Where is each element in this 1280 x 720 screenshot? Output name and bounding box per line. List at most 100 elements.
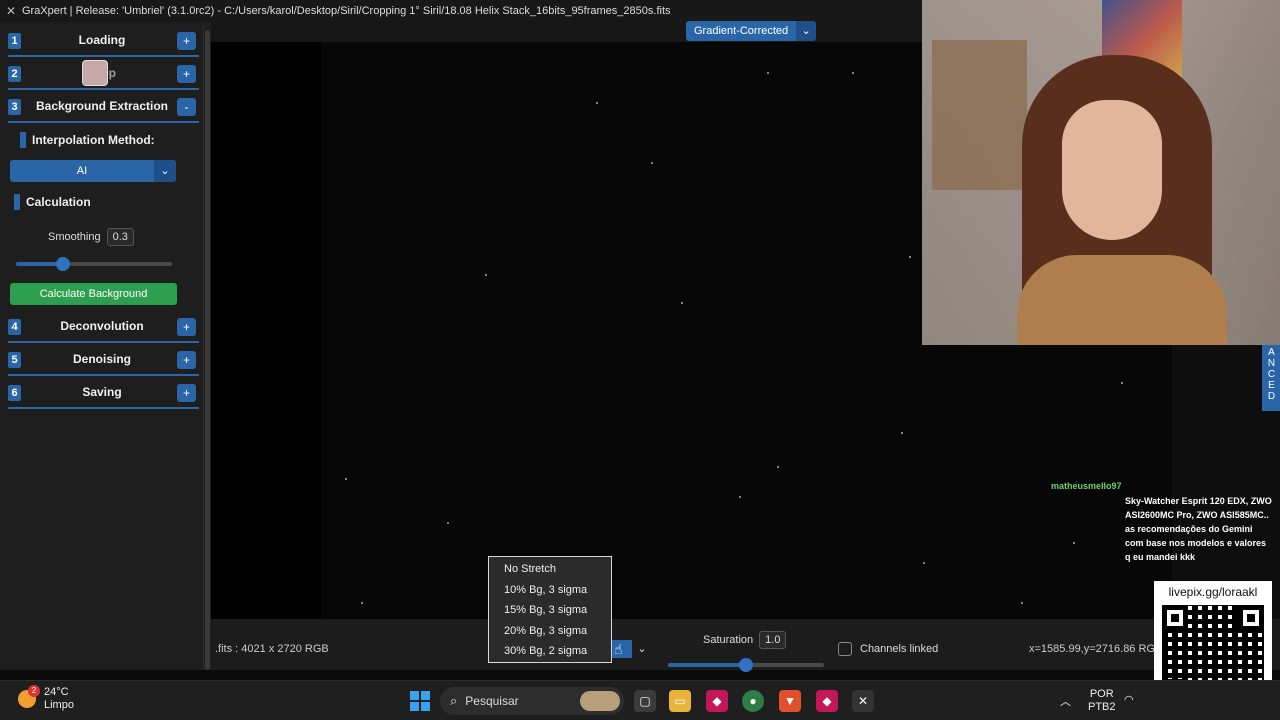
- saturation-label: Saturation: [703, 634, 754, 646]
- chat-message: Sky-Watcher Esprit 120 EDX, ZWO ASI2600M…: [1125, 496, 1272, 562]
- section-number: 5: [8, 352, 21, 368]
- hand-cursor-icon: ☝: [614, 641, 623, 657]
- slider-handle[interactable]: [55, 257, 70, 271]
- tray-chevron-icon[interactable]: ︿: [1060, 693, 1071, 709]
- section-number: 4: [8, 319, 21, 335]
- brave-icon[interactable]: ▼: [779, 690, 801, 712]
- star: [852, 72, 854, 74]
- qr-url: livepix.gg/loraakl: [1168, 585, 1258, 599]
- section-denoising[interactable]: 5 Denoising +: [0, 344, 203, 376]
- calculate-background-button[interactable]: Calculate Background: [10, 283, 177, 305]
- star: [447, 522, 449, 524]
- weather-icon: 2: [18, 685, 40, 708]
- lang-top: POR: [1089, 688, 1114, 700]
- sidebar-scrollbar[interactable]: [203, 22, 211, 670]
- app-pink-icon-2[interactable]: ◆: [816, 690, 838, 712]
- graxpert-icon[interactable]: ✕: [852, 690, 874, 712]
- star: [485, 274, 487, 276]
- section-title: Saving: [82, 385, 122, 399]
- language-indicator[interactable]: POR PTB2: [1088, 688, 1116, 714]
- label-marker: [20, 132, 26, 148]
- section-crop[interactable]: 2 Crop +: [0, 58, 203, 90]
- title-bar: ✕ GraXpert | Release: 'Umbriel' (3.1.0rc…: [0, 0, 922, 22]
- section-number: 2: [8, 66, 21, 82]
- view-mode-select[interactable]: Gradient-Corrected ⌄: [686, 21, 817, 41]
- section-background-extraction[interactable]: 3 Background Extraction -: [0, 91, 203, 123]
- image-info: .fits : 4021 x 2720 RGB: [215, 643, 329, 655]
- stretch-option[interactable]: 20% Bg, 3 sigma: [489, 621, 611, 642]
- search-highlight-image: [580, 691, 620, 711]
- interpolation-method-label: Interpolation Method:: [20, 132, 155, 148]
- section-divider: [8, 341, 199, 343]
- star: [345, 478, 347, 480]
- section-number: 6: [8, 385, 21, 401]
- section-divider: [8, 121, 199, 123]
- label-text: Calculation: [26, 195, 91, 209]
- smoothing-value-field[interactable]: 0.3: [106, 228, 134, 246]
- calculation-label: Calculation: [14, 194, 91, 210]
- expand-button[interactable]: +: [177, 65, 196, 83]
- smoothing-label: Smoothing: [48, 231, 101, 243]
- section-title: Loading: [78, 33, 126, 47]
- slider-handle[interactable]: [739, 658, 753, 672]
- expand-button[interactable]: +: [177, 32, 196, 50]
- taskbar-search[interactable]: ⌕ Pesquisar: [440, 687, 624, 715]
- advanced-side-tab[interactable]: ANCED: [1262, 345, 1280, 411]
- section-divider: [8, 88, 199, 90]
- section-title: Background Extraction: [35, 99, 169, 113]
- star: [361, 602, 363, 604]
- task-view-icon[interactable]: ▢: [634, 690, 656, 712]
- smoothing-control: Smoothing 0.3: [48, 228, 134, 246]
- channels-linked-checkbox[interactable]: [838, 642, 852, 656]
- saturation-control: Saturation 1.0: [703, 631, 787, 649]
- stretch-option[interactable]: 10% Bg, 3 sigma: [489, 580, 611, 601]
- section-number: 3: [8, 99, 21, 115]
- label-text: Interpolation Method:: [32, 133, 155, 147]
- star: [1121, 382, 1123, 384]
- app-pink-icon[interactable]: ◆: [706, 690, 728, 712]
- collapse-button[interactable]: -: [177, 98, 196, 116]
- chevron-down-icon[interactable]: ⌄: [154, 160, 176, 182]
- stretch-option[interactable]: No Stretch: [489, 559, 611, 580]
- wifi-icon[interactable]: ◠: [1124, 693, 1134, 706]
- star: [1021, 602, 1023, 604]
- file-explorer-icon[interactable]: ▭: [669, 690, 691, 712]
- section-title: Denoising: [72, 352, 131, 366]
- channels-linked-toggle[interactable]: Channels linked: [838, 642, 938, 656]
- expand-button[interactable]: +: [177, 384, 196, 402]
- search-icon: ⌕: [450, 693, 458, 708]
- star: [909, 256, 911, 258]
- weather-desc: Limpo: [44, 699, 74, 711]
- expand-button[interactable]: +: [177, 351, 196, 369]
- section-number: 1: [8, 33, 21, 49]
- window-title: GraXpert | Release: 'Umbriel' (3.1.0rc2)…: [22, 5, 671, 17]
- chevron-down-icon[interactable]: ⌄: [632, 640, 652, 658]
- weather-widget[interactable]: 2 24°C Limpo: [18, 685, 74, 712]
- section-title: Deconvolution: [60, 319, 144, 333]
- section-divider: [8, 407, 199, 409]
- weather-temp: 24°C: [44, 686, 69, 698]
- smoothing-slider[interactable]: [16, 257, 172, 271]
- expand-button[interactable]: +: [177, 318, 196, 336]
- app-icon: ✕: [5, 4, 17, 18]
- stretch-option[interactable]: 15% Bg, 3 sigma: [489, 600, 611, 621]
- chrome-icon[interactable]: ●: [742, 690, 764, 712]
- star: [681, 302, 683, 304]
- stretch-menu: No Stretch 10% Bg, 3 sigma 15% Bg, 3 sigma…: [488, 556, 612, 663]
- channels-linked-label: Channels linked: [860, 643, 939, 655]
- chevron-down-icon[interactable]: ⌄: [796, 21, 817, 41]
- drag-app-icon: [82, 60, 108, 86]
- saturation-value-field[interactable]: 1.0: [759, 631, 787, 649]
- section-divider: [8, 374, 199, 376]
- star: [651, 162, 653, 164]
- label-marker: [14, 194, 20, 210]
- section-loading[interactable]: 1 Loading +: [0, 25, 203, 57]
- star: [923, 562, 925, 564]
- section-deconvolution[interactable]: 4 Deconvolution +: [0, 311, 203, 343]
- stretch-option[interactable]: 30% Bg, 2 sigma: [489, 641, 611, 662]
- star: [901, 432, 903, 434]
- section-saving[interactable]: 6 Saving +: [0, 377, 203, 409]
- saturation-slider[interactable]: [668, 658, 824, 672]
- start-menu-icon[interactable]: [410, 691, 430, 711]
- interpolation-method-select[interactable]: AI ⌄: [10, 160, 176, 182]
